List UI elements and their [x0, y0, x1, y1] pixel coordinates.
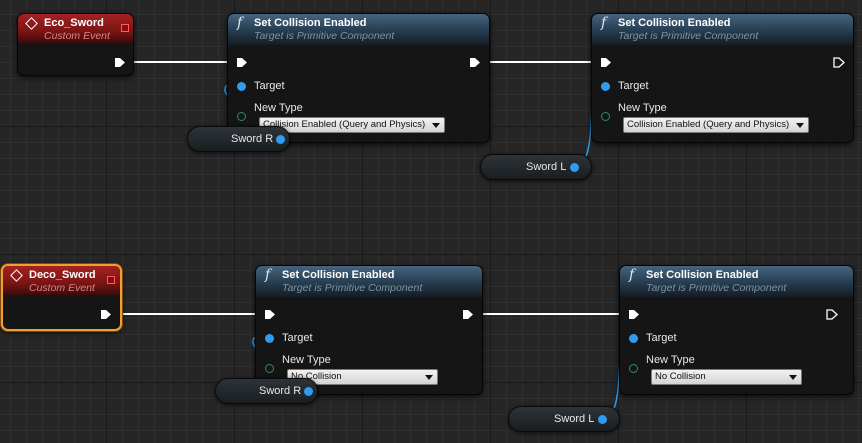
set-collision-node-2[interactable]: f Set Collision Enabled Target is Primit… — [591, 13, 854, 143]
function-icon: f — [265, 267, 271, 283]
function-subtitle: Target is Primitive Component — [646, 282, 787, 294]
set-collision-node-4[interactable]: f Set Collision Enabled Target is Primit… — [619, 265, 854, 395]
target-label: Target — [618, 80, 649, 92]
function-title: Set Collision Enabled — [618, 17, 731, 29]
sword-r-getter[interactable]: Sword R — [215, 378, 318, 404]
new-type-label: New Type — [282, 354, 331, 366]
target-label: Target — [646, 332, 677, 344]
exec-out-pin[interactable] — [469, 57, 481, 68]
function-icon: f — [601, 15, 607, 31]
function-subtitle: Target is Primitive Component — [618, 30, 759, 42]
event-subtitle: Custom Event — [44, 30, 110, 42]
new-type-dropdown[interactable]: No Collision — [651, 369, 802, 385]
chevron-down-icon — [789, 375, 797, 380]
target-pin[interactable] — [237, 82, 246, 91]
event-delegate-icon — [107, 276, 115, 284]
function-title: Set Collision Enabled — [646, 269, 759, 281]
function-icon: f — [629, 267, 635, 283]
exec-out-pin[interactable] — [114, 57, 126, 68]
new-type-pin[interactable] — [265, 364, 274, 373]
new-type-label: New Type — [254, 102, 303, 114]
target-pin[interactable] — [601, 82, 610, 91]
chevron-down-icon — [432, 123, 440, 128]
set-collision-node-3[interactable]: f Set Collision Enabled Target is Primit… — [255, 265, 483, 395]
variable-out-pin[interactable] — [570, 163, 579, 172]
new-type-label: New Type — [646, 354, 695, 366]
exec-out-pin[interactable] — [833, 57, 845, 68]
function-node-header: f Set Collision Enabled Target is Primit… — [620, 266, 853, 297]
target-pin[interactable] — [265, 334, 274, 343]
event-title: Eco_Sword — [44, 17, 104, 29]
function-node-header: f Set Collision Enabled Target is Primit… — [228, 14, 489, 45]
function-icon: f — [237, 15, 243, 31]
function-title: Set Collision Enabled — [254, 17, 367, 29]
event-node-deco-sword[interactable]: Deco_Sword Custom Event — [1, 264, 122, 331]
chevron-down-icon — [425, 375, 433, 380]
variable-label: Sword R — [259, 385, 302, 397]
target-label: Target — [282, 332, 313, 344]
exec-out-pin[interactable] — [826, 309, 838, 320]
new-type-dropdown[interactable]: Collision Enabled (Query and Physics) — [623, 117, 809, 133]
exec-in-pin[interactable] — [236, 57, 248, 68]
variable-label: Sword R — [231, 133, 274, 145]
function-node-header: f Set Collision Enabled Target is Primit… — [256, 266, 482, 297]
function-subtitle: Target is Primitive Component — [282, 282, 423, 294]
function-node-header: f Set Collision Enabled Target is Primit… — [592, 14, 853, 45]
new-type-value: No Collision — [655, 371, 706, 382]
function-subtitle: Target is Primitive Component — [254, 30, 395, 42]
variable-out-pin[interactable] — [304, 387, 313, 396]
chevron-down-icon — [796, 123, 804, 128]
exec-in-pin[interactable] — [264, 309, 276, 320]
target-label: Target — [254, 80, 285, 92]
event-node-eco-sword[interactable]: Eco_Sword Custom Event — [17, 13, 134, 76]
new-type-value: Collision Enabled (Query and Physics) — [263, 119, 426, 130]
sword-l-getter[interactable]: Sword L — [480, 154, 592, 180]
event-diamond-icon — [25, 17, 38, 30]
event-diamond-icon — [10, 269, 23, 282]
sword-l-getter[interactable]: Sword L — [508, 406, 620, 432]
new-type-value: Collision Enabled (Query and Physics) — [627, 119, 790, 130]
exec-in-pin[interactable] — [628, 309, 640, 320]
new-type-pin[interactable] — [601, 112, 610, 121]
exec-out-pin[interactable] — [100, 309, 112, 320]
set-collision-node-1[interactable]: f Set Collision Enabled Target is Primit… — [227, 13, 490, 143]
target-pin[interactable] — [629, 334, 638, 343]
exec-in-pin[interactable] — [600, 57, 612, 68]
event-delegate-icon — [121, 24, 129, 32]
variable-out-pin[interactable] — [598, 415, 607, 424]
sword-r-getter[interactable]: Sword R — [187, 126, 290, 152]
event-node-header: Eco_Sword Custom Event — [18, 14, 133, 43]
new-type-pin[interactable] — [237, 112, 246, 121]
new-type-pin[interactable] — [629, 364, 638, 373]
new-type-label: New Type — [618, 102, 667, 114]
variable-label: Sword L — [554, 413, 595, 425]
variable-out-pin[interactable] — [276, 135, 285, 144]
variable-label: Sword L — [526, 161, 567, 173]
function-title: Set Collision Enabled — [282, 269, 395, 281]
event-node-header: Deco_Sword Custom Event — [3, 266, 120, 295]
exec-out-pin[interactable] — [462, 309, 474, 320]
